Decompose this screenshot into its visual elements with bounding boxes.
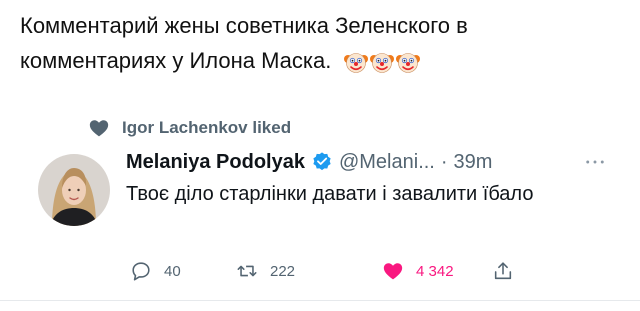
reply-count: 40 — [164, 262, 181, 280]
clown-emojis — [343, 50, 420, 74]
social-context-label: Igor Lachenkov liked — [122, 118, 292, 137]
tweet[interactable]: Igor Lachenkov liked Melaniya Podolyak @… — [0, 112, 640, 302]
reply-button[interactable]: 40 — [130, 260, 236, 282]
tweet-header: Melaniya Podolyak @Melani... · 39m — [126, 148, 492, 176]
more-options-button[interactable] — [584, 148, 606, 176]
tweet-text: Твоє діло старлінки давати і завалити їб… — [126, 183, 534, 205]
heart-icon — [89, 120, 109, 137]
retweet-icon — [237, 265, 257, 277]
like-count: 4 342 — [416, 262, 454, 280]
divider — [0, 300, 640, 301]
social-context[interactable]: Igor Lachenkov liked — [88, 116, 291, 140]
like-button[interactable]: 4 342 — [382, 260, 492, 282]
heart-filled-icon — [383, 263, 403, 280]
tweet-actions: 40 222 4 342 — [130, 256, 514, 286]
more-dots-icon — [586, 160, 604, 164]
retweet-count: 222 — [270, 262, 296, 280]
avatar-image — [38, 154, 110, 226]
clown-face-icon — [395, 53, 420, 73]
timestamp[interactable]: 39m — [454, 151, 493, 174]
clown-face-icon — [369, 53, 394, 73]
author-handle[interactable]: @Melani... — [339, 151, 435, 174]
clown-face-icon — [343, 53, 368, 73]
share-button[interactable] — [492, 260, 514, 282]
retweet-button[interactable]: 222 — [236, 260, 382, 282]
post-caption: Комментарий жены советника Зеленского в … — [20, 8, 620, 78]
avatar[interactable] — [38, 154, 110, 226]
author-name[interactable]: Melaniya Podolyak — [126, 151, 305, 174]
reply-bubble-icon — [132, 262, 150, 281]
separator-dot: · — [440, 150, 448, 173]
share-upload-icon — [494, 262, 512, 280]
verified-badge-icon — [313, 152, 331, 171]
